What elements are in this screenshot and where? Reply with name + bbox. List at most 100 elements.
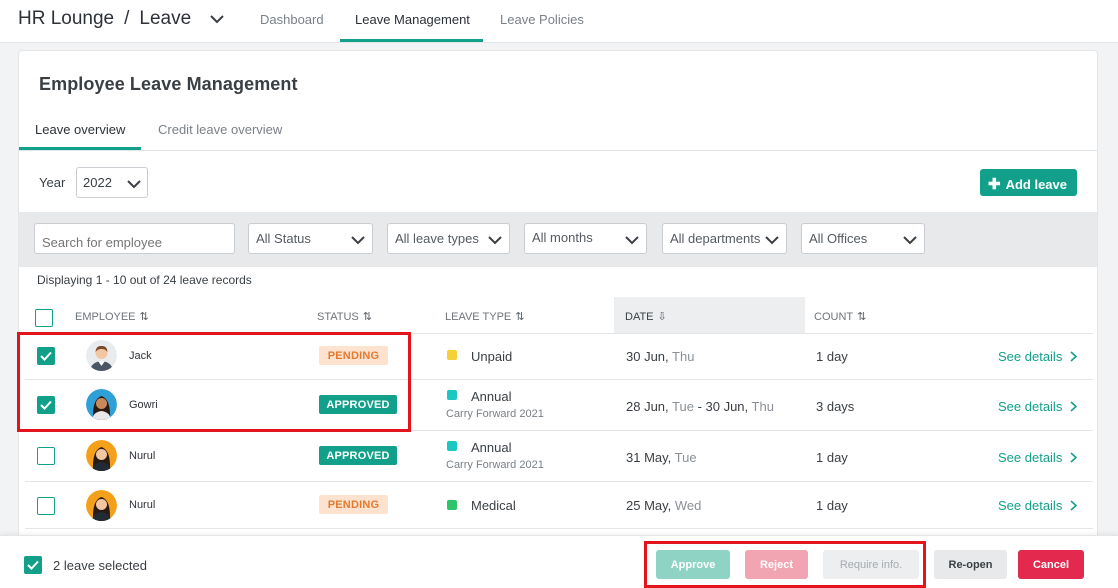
row-divider [25, 481, 1093, 482]
chevron-down-icon [765, 233, 779, 248]
tab-credit-leave-overview[interactable]: Credit leave overview [158, 122, 282, 137]
tab-leave-policies[interactable]: Leave Policies [500, 12, 584, 27]
page-title: Employee Leave Management [39, 74, 298, 94]
record-count: Displaying 1 - 10 out of 24 leave record… [37, 273, 252, 287]
leave-type: Annual [471, 440, 512, 455]
leave-date: 30 Jun, Thu [626, 349, 695, 364]
chevron-down-icon [488, 233, 502, 248]
leave-type-color-indicator [447, 390, 457, 400]
leave-type-column-header[interactable]: LEAVE TYPE ⇅ [445, 310, 524, 323]
see-details-link[interactable]: See details [998, 349, 1078, 365]
row-checkbox[interactable] [37, 447, 55, 465]
tab-dashboard[interactable]: Dashboard [260, 12, 324, 27]
see-details-label: See details [998, 399, 1063, 414]
chevron-down-icon [351, 233, 365, 248]
months-filter-value: All months [532, 230, 593, 245]
leave-date: 25 May, Wed [626, 498, 702, 513]
app-name: HR Lounge [18, 8, 115, 30]
leave-type-color-indicator [447, 350, 457, 360]
chevron-right-icon [1070, 451, 1078, 466]
sort-icon: ⇅ [362, 311, 372, 323]
tab-leave-management[interactable]: Leave Management [355, 12, 470, 27]
breadcrumb: HR Lounge / Leave [18, 8, 225, 30]
see-details-label: See details [998, 349, 1063, 364]
selected-indicator-checkbox[interactable] [24, 556, 42, 574]
see-details-link[interactable]: See details [998, 450, 1078, 466]
top-header: HR Lounge / Leave Dashboard Leave Manageme… [0, 0, 1118, 43]
avatar [86, 490, 117, 521]
status-column-header[interactable]: STATUS ⇅ [317, 310, 372, 323]
see-details-link[interactable]: See details [998, 498, 1078, 514]
status-filter-value: All Status [256, 231, 311, 246]
tab-leave-overview[interactable]: Leave overview [35, 122, 125, 137]
add-leave-label: Add leave [1005, 177, 1067, 192]
leave-type: Annual [471, 389, 512, 404]
status-header-label: STATUS [317, 311, 359, 323]
year-select[interactable]: 2022 [76, 167, 148, 198]
leave-type-color-indicator [447, 500, 457, 510]
leave-count: 1 day [816, 349, 848, 364]
status-filter[interactable]: All Status [248, 223, 373, 254]
leave-type-note: Carry Forward 2021 [446, 459, 544, 471]
selected-count: 2 leave selected [53, 558, 147, 573]
status-badge: APPROVED [319, 446, 397, 465]
active-tab-indicator [340, 39, 483, 42]
select-all-checkbox[interactable] [35, 309, 53, 327]
chevron-down-icon [903, 233, 917, 248]
leave-count: 1 day [816, 450, 848, 465]
plus-icon: ✚ [988, 176, 1001, 193]
leave-management-card: Employee Leave Management Leave overview… [18, 50, 1098, 588]
leave-count: 1 day [816, 498, 848, 513]
leave-type-header-label: LEAVE TYPE [445, 311, 512, 323]
see-details-label: See details [998, 450, 1063, 465]
leave-type: Medical [471, 498, 516, 513]
selection-highlight-box [17, 332, 411, 432]
count-column-header[interactable]: COUNT ⇅ [814, 310, 866, 323]
avatar [86, 440, 117, 471]
chevron-right-icon [1070, 400, 1078, 415]
add-leave-button[interactable]: ✚ Add leave [980, 169, 1077, 196]
sort-icon: ⇅ [857, 311, 867, 323]
chevron-down-icon[interactable] [210, 8, 225, 30]
filter-bar: All Status All leave types All months Al… [19, 212, 1097, 267]
offices-filter[interactable]: All Offices [801, 223, 925, 254]
see-details-label: See details [998, 498, 1063, 513]
departments-filter[interactable]: All departments [662, 223, 787, 254]
module-switcher[interactable]: Leave [139, 8, 191, 29]
leave-type-note: Carry Forward 2021 [446, 408, 544, 420]
cancel-button[interactable]: Cancel [1018, 550, 1084, 579]
status-badge: PENDING [319, 495, 388, 514]
sort-descending-icon: ⇩ [657, 311, 667, 323]
chevron-down-icon [625, 233, 639, 248]
employee-name: Nurul [129, 499, 156, 511]
search-input[interactable] [34, 223, 235, 254]
months-filter[interactable]: All months [524, 223, 647, 254]
sort-icon: ⇅ [515, 311, 525, 323]
employee-header-label: EMPLOYEE [75, 311, 136, 323]
departments-filter-value: All departments [670, 231, 761, 246]
employee-column-header[interactable]: EMPLOYEE ⇅ [75, 310, 149, 323]
leave-type: Unpaid [471, 349, 513, 364]
leave-type-filter[interactable]: All leave types [387, 223, 510, 254]
employee-name: Nurul [129, 450, 156, 462]
row-divider [25, 528, 1093, 529]
leave-type-color-indicator [447, 441, 457, 451]
leave-type-filter-value: All leave types [395, 231, 479, 246]
chevron-down-icon [127, 177, 141, 192]
year-label: Year [39, 175, 66, 190]
row-checkbox[interactable] [37, 497, 55, 515]
leave-date: 28 Jun, Tue - 30 Jun, Thu [626, 399, 774, 414]
offices-filter-value: All Offices [809, 231, 868, 246]
date-header-label: DATE [625, 311, 654, 323]
reopen-button[interactable]: Re-open [934, 550, 1007, 579]
bulk-action-bar: 2 leave selected Approve Reject Require … [0, 535, 1118, 588]
chevron-right-icon [1070, 499, 1078, 514]
leave-count: 3 days [816, 399, 855, 414]
action-highlight-box [644, 541, 926, 588]
divider [19, 150, 1097, 151]
year-value: 2022 [83, 175, 112, 190]
sort-icon: ⇅ [139, 311, 149, 323]
date-column-header[interactable]: DATE ⇩ [625, 310, 667, 323]
chevron-right-icon [1070, 350, 1078, 365]
see-details-link[interactable]: See details [998, 399, 1078, 415]
